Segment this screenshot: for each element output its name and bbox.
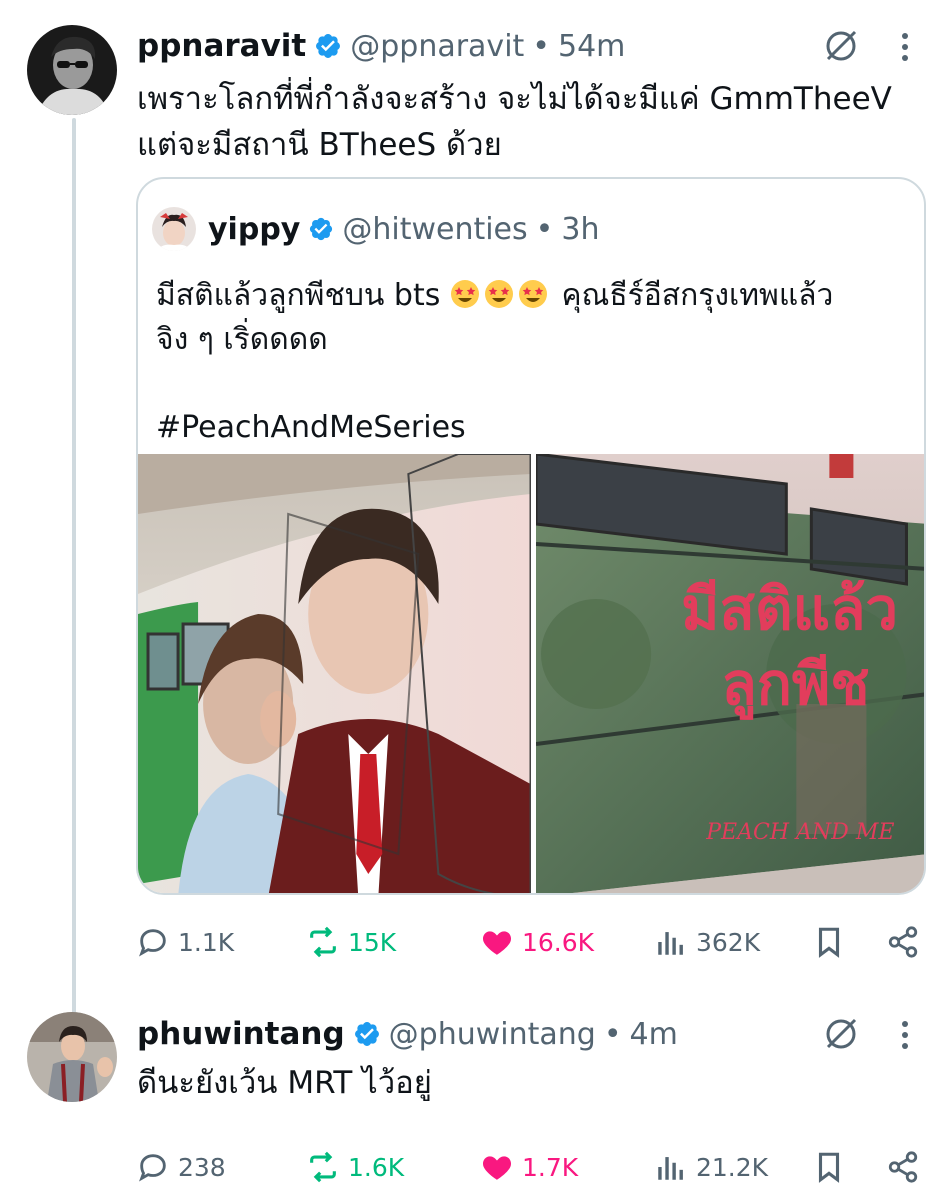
quoted-tweet[interactable]: yippy @hitwenties • 3h มีสติแล้วลูกพีชบน…: [136, 177, 926, 895]
reply-button[interactable]: 1.1K: [136, 920, 234, 964]
display-name[interactable]: ppnaravit: [137, 28, 306, 64]
analytics-bar-icon: [658, 932, 683, 955]
views-button[interactable]: 362K: [654, 920, 760, 964]
svg-text:PEACH AND ME: PEACH AND ME: [705, 820, 894, 845]
user-handle[interactable]: @phuwintang: [389, 1017, 596, 1052]
like-button[interactable]: 16.6K: [480, 920, 594, 964]
verified-badge-icon: [310, 217, 333, 241]
quoted-text-line: มีสติแล้วลูกพีชบน bts คุณธีร์อีสกรุงเทพแ…: [156, 274, 916, 318]
heart-filled-icon: [482, 931, 512, 955]
more-options-icon[interactable]: [900, 1020, 910, 1050]
repost-button[interactable]: 15K: [306, 920, 396, 964]
media-photo-train-ad-left[interactable]: [138, 454, 531, 893]
repost-icon: [310, 926, 336, 958]
share-icon: [888, 926, 918, 958]
tweet-header: phuwintang @phuwintang • 4m: [137, 1012, 678, 1056]
media-photo-train-ad-right[interactable]: มีสติแล้ว ลูกพีช PEACH AND ME: [535, 454, 924, 893]
reply-count: 238: [178, 1152, 226, 1182]
bookmark-button[interactable]: [812, 920, 846, 964]
view-count: 362K: [696, 927, 761, 957]
display-name[interactable]: phuwintang: [137, 1016, 345, 1052]
tweet-text: เพราะโลกที่พี่กำลังจะสร้าง จะไม่ได้จะมีแ…: [137, 76, 917, 168]
avatar[interactable]: [27, 25, 117, 115]
star-struck-emoji-icon: [450, 280, 479, 308]
share-button[interactable]: [886, 1145, 920, 1189]
reply-icon: [139, 1154, 166, 1182]
svg-text:มีสติแล้ว: มีสติแล้ว: [681, 575, 898, 643]
separator-dot: •: [532, 28, 550, 64]
grok-icon[interactable]: [822, 27, 860, 65]
repost-count: 15K: [348, 927, 397, 957]
bookmark-button[interactable]: [812, 1145, 846, 1189]
reply-button[interactable]: 238: [136, 1145, 226, 1189]
tweet-header: ppnaravit @ppnaravit • 54m: [137, 24, 625, 68]
like-count: 16.6K: [522, 927, 595, 957]
quoted-media-grid: มีสติแล้ว ลูกพีช PEACH AND ME: [138, 454, 924, 893]
tweet-text-line: ดีนะยังเว้น MRT ไว้อยู่: [137, 1065, 432, 1101]
timestamp[interactable]: 54m: [558, 29, 625, 64]
quoted-text-line: จิง ๆ เริ่ดดดด: [156, 322, 328, 357]
repost-count: 1.6K: [348, 1152, 405, 1182]
like-count: 1.7K: [522, 1152, 579, 1182]
hashtag-link[interactable]: #PeachAndMeSeries: [156, 406, 916, 450]
reply-count: 1.1K: [178, 927, 235, 957]
timestamp[interactable]: 4m: [630, 1017, 678, 1052]
avatar[interactable]: [27, 1012, 117, 1102]
reply-icon: [139, 929, 166, 957]
tweet-phuwintang[interactable]: phuwintang @phuwintang • 4m ดีนะยังเว้น …: [0, 1000, 952, 1200]
repost-icon: [310, 1151, 336, 1183]
repost-button[interactable]: 1.6K: [306, 1145, 404, 1189]
verified-badge-icon: [316, 34, 341, 58]
view-count: 21.2K: [696, 1152, 769, 1182]
svg-text:ลูกพีช: ลูกพีช: [721, 650, 869, 720]
quoted-text-part: คุณธีร์อีสกรุงเทพแล้ว: [561, 278, 834, 313]
quoted-timestamp: 3h: [561, 211, 600, 247]
star-struck-emoji-icon: [484, 280, 513, 308]
more-options-icon[interactable]: [900, 32, 910, 62]
tweet-text-line: แต่จะมีสถานี BTheeS ด้วย: [137, 127, 502, 163]
star-struck-emoji-icon: [518, 280, 547, 308]
tweet-actions: 1.1K 15K 16.6K 362K: [136, 920, 926, 964]
tweet-ppnaravit[interactable]: ppnaravit @ppnaravit • 54m เพราะโลกที่พี…: [0, 0, 952, 1000]
tweet-text-line: เพราะโลกที่พี่กำลังจะสร้าง จะไม่ได้จะมีแ…: [137, 81, 892, 117]
share-button[interactable]: [886, 920, 920, 964]
like-button[interactable]: 1.7K: [480, 1145, 578, 1189]
analytics-bar-icon: [658, 1157, 683, 1180]
views-button[interactable]: 21.2K: [654, 1145, 768, 1189]
quoted-tweet-text: มีสติแล้วลูกพีชบน bts คุณธีร์อีสกรุงเทพแ…: [156, 274, 916, 450]
separator-dot: •: [603, 1016, 622, 1052]
quoted-avatar: [152, 207, 196, 251]
bookmark-icon: [818, 1152, 840, 1183]
share-icon: [888, 1151, 918, 1183]
tweet-text: ดีนะยังเว้น MRT ไว้อยู่: [137, 1060, 917, 1106]
verified-badge-icon: [354, 1022, 379, 1046]
heart-filled-icon: [482, 1156, 512, 1180]
quoted-user-handle: @hitwenties: [342, 211, 528, 247]
grok-icon[interactable]: [822, 1015, 860, 1053]
bookmark-icon: [818, 927, 840, 958]
quoted-tweet-header: yippy @hitwenties • 3h: [208, 207, 599, 251]
quoted-display-name: yippy: [208, 211, 301, 247]
separator-dot: •: [535, 211, 554, 247]
tweet-actions: 238 1.6K 1.7K 21.2K: [136, 1145, 926, 1189]
quoted-text-part: มีสติแล้วลูกพีชบน bts: [156, 278, 441, 313]
user-handle[interactable]: @ppnaravit: [350, 29, 524, 64]
